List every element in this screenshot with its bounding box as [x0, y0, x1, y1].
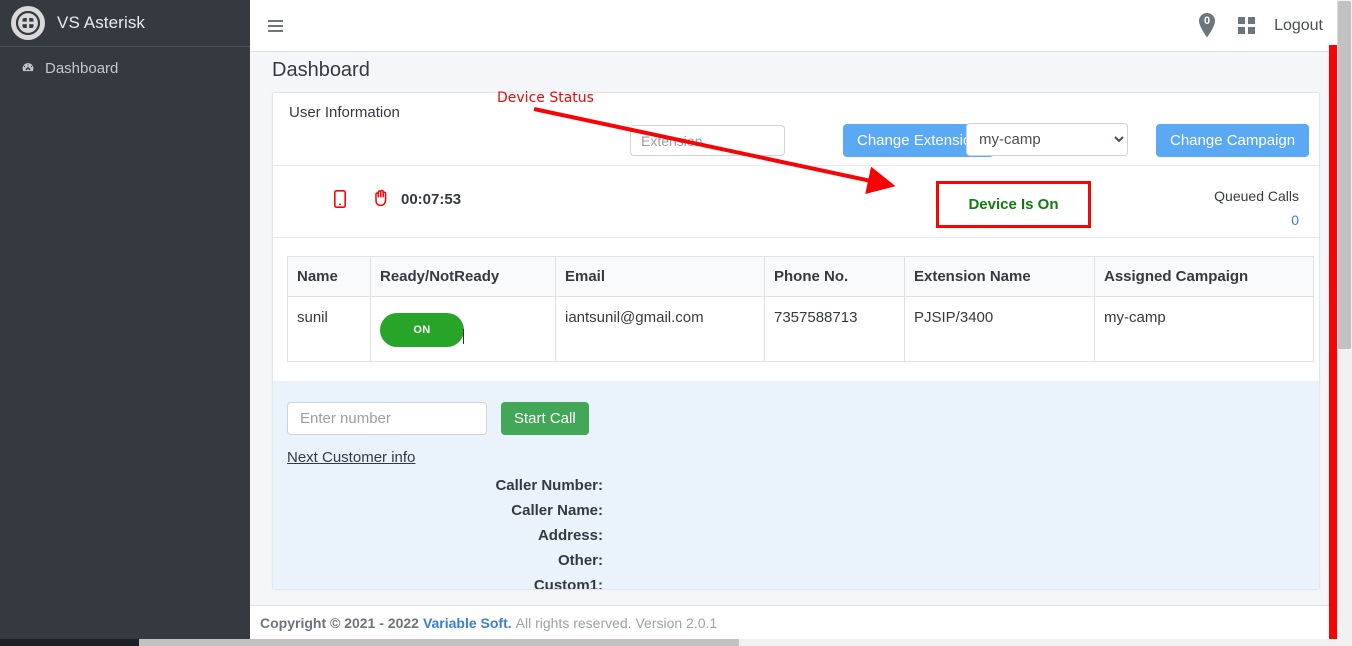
map-pin-badge-icon[interactable]: 0 — [1194, 11, 1220, 41]
red-edge-top-mask — [1329, 0, 1337, 45]
user-information-card: User Information Change Extension my-cam… — [272, 92, 1320, 590]
dialer-panel: Start Call Next Customer info Caller Num… — [273, 381, 1319, 589]
device-status-highlight: Device Is On — [936, 181, 1091, 228]
column-header-ready: Ready/NotReady — [370, 256, 556, 297]
start-call-button[interactable]: Start Call — [501, 402, 589, 435]
tachometer-dashboard-icon — [18, 61, 38, 75]
column-header-email: Email — [555, 256, 765, 297]
table-row: sunil ON iantsunil@gmail.com 7357588713 … — [287, 296, 1314, 362]
footer-rights: All rights reserved. Version 2.0.1 — [515, 614, 718, 631]
device-status-strip: 00:07:53 Device Is On Queued Calls 0 — [273, 166, 1319, 238]
column-header-extension-name: Extension Name — [904, 256, 1095, 297]
column-header-assigned-campaign: Assigned Campaign — [1094, 256, 1314, 297]
vertical-scrollbar[interactable] — [1337, 0, 1352, 646]
sidebar: VS Asterisk Dashboard — [0, 0, 250, 639]
queued-calls-count: 0 — [1291, 212, 1299, 228]
footer: Copyright © 2021 - 2022 Variable Soft. A… — [250, 605, 1343, 639]
call-timer: 00:07:53 — [401, 191, 462, 208]
vertical-scrollbar-thumb[interactable] — [1338, 1, 1351, 349]
cell-email: iantsunil@gmail.com — [555, 296, 765, 362]
change-campaign-button[interactable]: Change Campaign — [1156, 124, 1310, 157]
main-content: 0 Logout Dashboard User Information Chan… — [250, 0, 1343, 646]
address-label: Address: — [537, 527, 603, 544]
top-navbar: 0 Logout — [250, 0, 1343, 52]
brand-header[interactable]: VS Asterisk — [0, 0, 250, 47]
footer-brand-link[interactable]: Variable Soft. — [423, 615, 512, 631]
cell-ready-toggle: ON — [370, 296, 556, 362]
page-title: Dashboard — [272, 58, 370, 81]
cell-phone: 7357588713 — [764, 296, 905, 362]
horizontal-scrollbar[interactable] — [139, 639, 1352, 646]
window-bottom-edge — [0, 639, 139, 646]
pin-badge-count: 0 — [1204, 14, 1211, 27]
navbar-right-group: 0 Logout — [1194, 11, 1343, 41]
phone-number-input[interactable] — [287, 402, 487, 435]
custom1-label: Custom1: — [533, 577, 603, 590]
queued-calls-label: Queued Calls — [1214, 188, 1299, 204]
grid-squares-icon[interactable] — [1238, 16, 1256, 35]
sidebar-item-dashboard[interactable]: Dashboard — [8, 53, 242, 83]
user-table-wrapper: Name Ready/NotReady Email Phone No. Exte… — [287, 256, 1314, 362]
logout-button[interactable]: Logout — [1274, 17, 1323, 35]
horizontal-scrollbar-thumb[interactable] — [139, 639, 739, 646]
card-title: User Information — [289, 104, 400, 121]
cell-extension-name: PJSIP/3400 — [904, 296, 1095, 362]
device-status-text: Device Is On — [968, 196, 1059, 213]
ready-toggle-on[interactable]: ON — [380, 313, 464, 347]
column-header-name: Name — [287, 256, 371, 297]
mobile-phone-icon[interactable] — [334, 190, 346, 213]
other-label: Other: — [558, 552, 603, 569]
cell-name: sunil — [287, 296, 371, 362]
asterisk-circle-logo-icon — [11, 6, 45, 40]
hand-stop-icon[interactable] — [373, 189, 390, 212]
sidebar-item-label: Dashboard — [45, 59, 119, 77]
annotation-device-status-label: Device Status — [497, 90, 594, 106]
red-annotation-edge — [1329, 0, 1337, 646]
table-header-row: Name Ready/NotReady Email Phone No. Exte… — [287, 256, 1314, 297]
card-header: User Information Change Extension my-cam… — [273, 93, 1319, 166]
campaign-select[interactable]: my-camp — [966, 123, 1128, 156]
brand-title: VS Asterisk — [57, 13, 146, 32]
cell-assigned-campaign: my-camp — [1094, 296, 1314, 362]
caller-number-label: Caller Number: — [495, 477, 603, 494]
column-header-phone: Phone No. — [764, 256, 905, 297]
text-caret — [463, 329, 464, 344]
footer-copyright: Copyright © 2021 - 2022 — [260, 614, 419, 631]
queued-calls-group: Queued Calls 0 — [1214, 188, 1299, 228]
next-customer-info-link[interactable]: Next Customer info — [287, 449, 415, 466]
hamburger-menu-icon[interactable] — [262, 13, 288, 39]
extension-input[interactable] — [630, 125, 785, 156]
user-table: Name Ready/NotReady Email Phone No. Exte… — [287, 256, 1314, 362]
caller-name-label: Caller Name: — [511, 502, 603, 519]
